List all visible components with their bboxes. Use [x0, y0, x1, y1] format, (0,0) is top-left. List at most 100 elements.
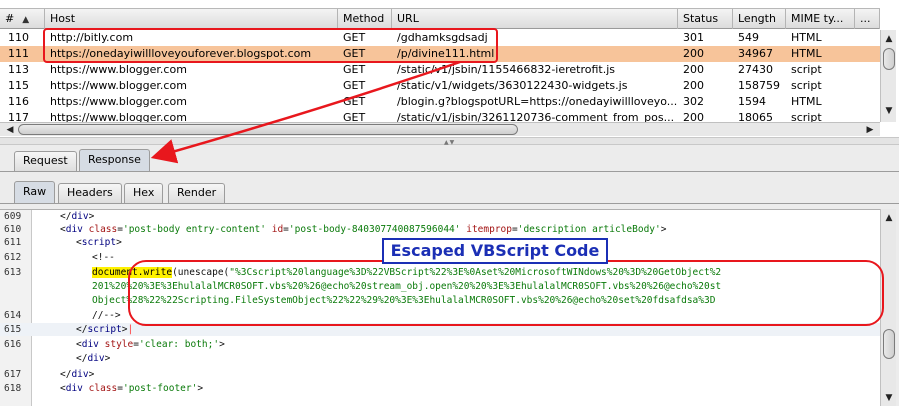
code-token: > — [88, 369, 95, 380]
code-line: </div> — [0, 352, 880, 365]
tab-response[interactable]: Response — [79, 149, 150, 171]
cell-num: 115 — [8, 79, 29, 92]
scroll-down-arrow-icon[interactable]: ▼ — [881, 104, 897, 118]
history-horizontal-scrollbar[interactable]: ◀ ▶ — [0, 122, 880, 136]
cell-method: GET — [343, 95, 366, 108]
column-header-label: ... — [860, 12, 871, 25]
code-token: > — [219, 339, 225, 350]
pane-splitter[interactable]: ▲▼ — [0, 137, 899, 146]
cell-mime: script — [791, 79, 822, 92]
tab-render[interactable]: Render — [168, 183, 226, 203]
scroll-up-arrow-icon[interactable]: ▲ — [881, 211, 897, 225]
code-text: <div class='post-body entry-content' id=… — [60, 223, 666, 236]
line-number: 615 — [4, 324, 22, 335]
cell-num: 111 — [8, 47, 29, 60]
column-header-num[interactable]: # ▲ — [0, 9, 45, 29]
scroll-down-arrow-icon[interactable]: ▼ — [881, 391, 897, 405]
cell-method: GET — [343, 79, 366, 92]
column-header-method[interactable]: Method — [338, 9, 392, 29]
code-line: 610 <div class='post-body entry-content' … — [0, 223, 880, 236]
code-token: > — [660, 224, 667, 235]
line-number: 611 — [4, 237, 22, 248]
cell-num: 110 — [8, 31, 29, 44]
column-header-label: URL — [397, 12, 419, 25]
line-number: 616 — [4, 339, 22, 350]
code-token: </ — [76, 324, 88, 335]
column-header-mime[interactable]: MIME ty... — [786, 9, 855, 29]
cell-mime: HTML — [791, 31, 822, 44]
code-token: id — [271, 224, 284, 235]
code-token: 'post-footer' — [122, 383, 198, 394]
tab-headers[interactable]: Headers — [58, 183, 122, 203]
line-number: 617 — [4, 369, 22, 380]
highlight-oval-escaped-code — [128, 260, 884, 326]
code-token: > — [116, 237, 122, 248]
code-text: <!-- — [92, 251, 115, 264]
cell-method: GET — [343, 63, 366, 76]
code-line: 618 <div class='post-footer'> — [0, 382, 880, 395]
scroll-thumb[interactable] — [883, 329, 895, 359]
scroll-up-arrow-icon[interactable]: ▲ — [881, 32, 897, 46]
sort-ascending-icon: ▲ — [22, 15, 30, 25]
cell-url: /blogin.g?blogspotURL=https://onedayiwil… — [397, 95, 678, 108]
history-vertical-scrollbar[interactable]: ▲ ▼ — [880, 30, 896, 122]
column-header-more[interactable]: ... — [855, 9, 880, 29]
cell-host: https://www.blogger.com — [50, 79, 187, 92]
table-row[interactable]: 115 https://www.blogger.com GET/static/v1/… — [0, 78, 880, 94]
code-text: </div> — [60, 210, 94, 223]
line-number: 614 — [4, 310, 22, 321]
view-tabs: Raw Headers Hex Render — [0, 179, 899, 203]
code-token: > — [88, 211, 95, 222]
code-token: script — [81, 237, 117, 248]
code-text: </script>| — [76, 323, 133, 336]
scroll-right-arrow-icon[interactable]: ▶ — [862, 123, 878, 137]
cell-status: 200 — [683, 63, 704, 76]
http-history-panel: # ▲ Host Method URL Status Length MIME ty......… — [0, 0, 899, 140]
code-token: div — [71, 369, 89, 380]
column-header-url[interactable]: URL — [392, 9, 678, 29]
code-line: 616 <div style='clear: both;'> — [0, 338, 880, 351]
cell-mime: HTML — [791, 47, 822, 60]
code-token: //--> — [92, 310, 121, 321]
tab-raw[interactable]: Raw — [14, 181, 56, 203]
column-header-label: # — [5, 12, 15, 25]
cell-status: 301 — [683, 31, 704, 44]
tab-hex[interactable]: Hex — [124, 183, 164, 203]
code-token: 'post-body-840307740087596044' — [288, 224, 461, 235]
code-text: <script> — [76, 236, 122, 249]
cell-length: 158759 — [738, 79, 780, 92]
code-token: > — [104, 353, 111, 364]
code-token: class — [88, 224, 118, 235]
history-table-header: # ▲ Host Method URL Status Length MIME ty...... — [0, 8, 880, 29]
code-token: | — [127, 324, 134, 335]
cell-host: https://www.blogger.com — [50, 95, 187, 108]
code-text: </div> — [76, 352, 110, 365]
column-header-length[interactable]: Length — [733, 9, 786, 29]
cell-length: 27430 — [738, 63, 773, 76]
table-row[interactable]: 113 https://www.blogger.com GET/static/v1/… — [0, 62, 880, 78]
column-header-label: Method — [343, 12, 385, 25]
table-row[interactable]: 116 https://www.blogger.com GET/blogin.g?b… — [0, 94, 880, 110]
code-token: class — [88, 383, 118, 394]
scroll-thumb[interactable] — [18, 124, 518, 135]
column-header-status[interactable]: Status — [678, 9, 733, 29]
cell-num: 113 — [8, 63, 29, 76]
code-token: </ — [76, 353, 88, 364]
scroll-left-arrow-icon[interactable]: ◀ — [2, 123, 18, 137]
code-token: div — [81, 339, 99, 350]
line-number: 610 — [4, 224, 22, 235]
code-line: 617 </div> — [0, 368, 880, 381]
cell-length: 1594 — [738, 95, 766, 108]
highlight-box-selected-request — [43, 28, 498, 63]
scroll-thumb[interactable] — [883, 48, 895, 70]
column-header-host[interactable]: Host — [45, 9, 338, 29]
code-token: 'clear: both;' — [138, 339, 220, 350]
line-number: 612 — [4, 252, 22, 263]
cell-status: 200 — [683, 47, 704, 60]
tab-request[interactable]: Request — [14, 151, 77, 171]
code-text: <div style='clear: both;'> — [76, 338, 225, 351]
cell-length: 34967 — [738, 47, 773, 60]
code-token: 'description articleBody' — [517, 224, 661, 235]
line-number: 618 — [4, 383, 22, 394]
column-header-label: Host — [50, 12, 76, 25]
